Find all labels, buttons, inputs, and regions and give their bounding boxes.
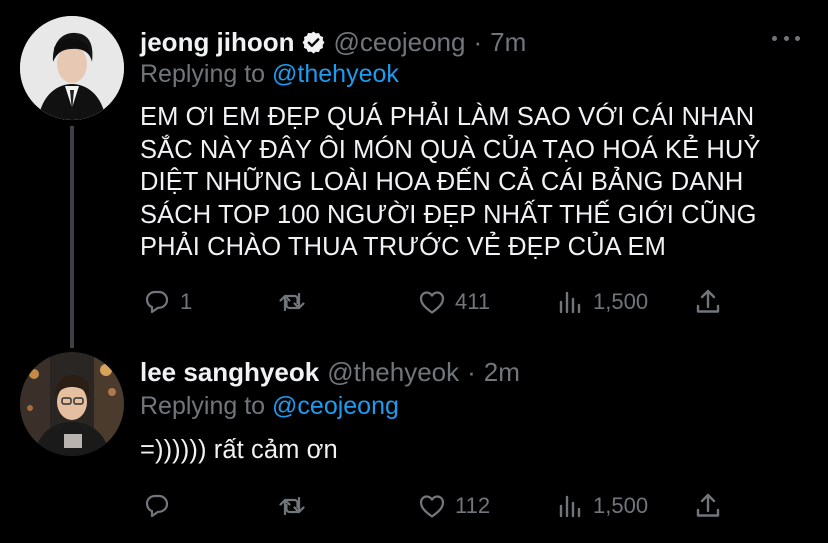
tweet-text-line: EM ƠI EM ĐẸP QUÁ PHẢI LÀM SAO VỚI CÁI NH… xyxy=(140,103,755,131)
reply-icon xyxy=(145,494,169,518)
timestamp[interactable]: 2m xyxy=(484,357,520,388)
share-icon xyxy=(696,493,720,517)
tweet-text: EM ƠI EM ĐẸP QUÁ PHẢI LÀM SAO VỚI CÁI NH… xyxy=(140,101,800,264)
avatar-photo xyxy=(20,16,124,120)
more-options-icon[interactable] xyxy=(772,24,800,52)
like-count: 112 xyxy=(455,493,491,518)
reply-icon xyxy=(145,290,169,314)
avatar[interactable] xyxy=(20,352,124,456)
reply-button[interactable] xyxy=(142,488,180,524)
tweet-2[interactable]: lee sanghyeok @thehyeok · 2m Replying to… xyxy=(0,340,828,543)
user-handle[interactable]: @thehyeok xyxy=(327,357,459,388)
replying-to: Replying to @ceojeong xyxy=(140,392,399,421)
like-count: 411 xyxy=(455,289,491,314)
replying-to-label: Replying to xyxy=(140,60,266,88)
separator-dot: · xyxy=(467,357,476,387)
like-icon xyxy=(419,495,445,518)
display-name[interactable]: jeong jihoon xyxy=(140,27,295,58)
like-button[interactable]: 411 xyxy=(417,284,490,320)
tweet-text: =)))))) rất cảm ơn xyxy=(140,434,800,467)
thread-line xyxy=(70,126,74,348)
views-icon xyxy=(559,495,581,518)
tweet-header: lee sanghyeok @thehyeok · 2m xyxy=(140,357,520,388)
reply-count: 1 xyxy=(180,289,193,314)
mention-link[interactable]: @ceojeong xyxy=(272,392,399,420)
timestamp[interactable]: 7m xyxy=(490,27,526,58)
avatar-photo xyxy=(20,352,124,456)
replying-to-label: Replying to xyxy=(140,392,266,420)
verified-badge-icon xyxy=(301,30,326,55)
like-button[interactable]: 112 xyxy=(417,488,490,524)
replying-to: Replying to @thehyeok xyxy=(140,60,399,89)
share-button[interactable] xyxy=(693,284,723,320)
tweet-1[interactable]: jeong jihoon @ceojeong · 7m Replying to … xyxy=(0,0,828,348)
separator-dot: · xyxy=(473,27,483,57)
avatar[interactable] xyxy=(20,16,124,120)
tweet-text-line: PHẢI CHÀO THUA TRƯỚC VẺ ĐẸP CỦA EM xyxy=(140,233,666,261)
action-bar: 1 411 1,500 xyxy=(140,284,740,320)
retweet-button[interactable] xyxy=(277,488,315,524)
retweet-icon xyxy=(279,496,305,516)
action-bar: 112 1,500 xyxy=(140,488,740,524)
user-handle[interactable]: @ceojeong xyxy=(334,27,466,58)
view-count: 1,500 xyxy=(593,289,649,314)
like-icon xyxy=(419,291,445,314)
tweet-text-line: =)))))) rất cảm ơn xyxy=(140,436,338,464)
tweet-header: jeong jihoon @ceojeong · 7m xyxy=(140,26,526,58)
tweet-text-line: DIỆT NHỮNG LOÀI HOA ĐẾN CẢ CÁI BẢNG DANH xyxy=(140,168,744,196)
view-count: 1,500 xyxy=(593,493,649,518)
share-icon xyxy=(696,289,720,313)
views-button[interactable]: 1,500 xyxy=(555,488,648,524)
retweet-icon xyxy=(279,292,305,312)
display-name[interactable]: lee sanghyeok xyxy=(140,357,319,388)
tweet-text-line: SẮC NÀY ĐÂY ÔI MÓN QUÀ CỦA TẠO HOÁ KẺ HU… xyxy=(140,135,761,164)
share-button[interactable] xyxy=(693,488,723,524)
retweet-button[interactable] xyxy=(277,284,315,320)
mention-link[interactable]: @thehyeok xyxy=(272,60,399,88)
reply-button[interactable]: 1 xyxy=(142,284,192,320)
views-button[interactable]: 1,500 xyxy=(555,284,648,320)
tweet-text-line: SÁCH TOP 100 NGƯỜI ĐẸP NHẤT THẾ GIỚI CŨN… xyxy=(140,200,757,229)
views-icon xyxy=(559,291,581,314)
